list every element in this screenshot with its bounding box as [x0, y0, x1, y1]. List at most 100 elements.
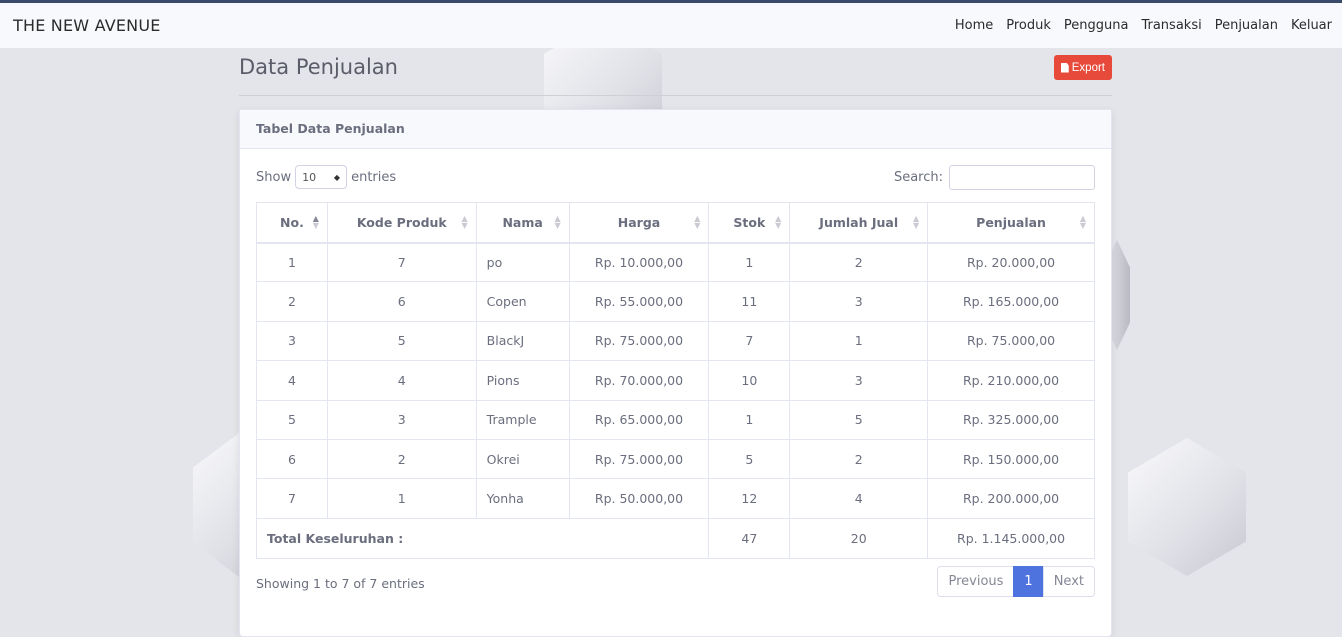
table-total-row: Total Keseluruhan : 47 20 Rp. 1.145.000,… — [255, 517, 1095, 559]
col-header-label: Kode Produk — [356, 214, 447, 230]
table-header-row: No. ▲ ▼ Kode Produk ▲ ▼ Nama ▲ ▼ Harga ▲ ▼ Stok ▲… — [256, 202, 1095, 244]
cell-kode-produk: 4 — [326, 360, 477, 401]
cell-nama: Copen — [475, 281, 570, 322]
cell-stok: 5 — [708, 438, 791, 480]
cell-harga: Rp. 10.000,00 — [568, 241, 710, 283]
sort-updown-icon: ◆ — [333, 172, 341, 182]
cell-stok: 1 — [708, 399, 791, 440]
table-row: 2 6 Copen Rp. 55.000,00 11 3 Rp. 165.000… — [256, 281, 1095, 322]
entries-length-control: Show 10 ◆ entries — [256, 165, 396, 189]
cell-nama: Okrei — [475, 438, 570, 480]
pagination: Previous 1 Next — [937, 566, 1095, 597]
col-header-no[interactable]: No. ▲ ▼ — [256, 202, 328, 244]
next-page-button[interactable]: Next — [1042, 566, 1095, 597]
sort-icon: ▲ ▼ — [554, 214, 561, 230]
bg-hexagon — [1128, 438, 1246, 576]
cell-nama: BlackJ — [475, 320, 570, 362]
cell-kode-produk: 1 — [326, 478, 477, 519]
cell-kode-produk: 5 — [326, 320, 477, 362]
nav-links: Home Produk Pengguna Transaksi Penjualan… — [942, 18, 1332, 33]
cell-penjualan: Rp. 210.000,00 — [927, 360, 1095, 401]
card-title: Tabel Data Penjualan — [240, 110, 1111, 149]
table-row: 3 5 BlackJ Rp. 75.000,00 7 1 Rp. 75.000,… — [256, 320, 1095, 362]
cell-stok: 10 — [708, 360, 791, 401]
col-header-nama[interactable]: Nama ▲ ▼ — [475, 202, 570, 244]
table-row: 4 4 Pions Rp. 70.000,00 10 3 Rp. 210.000… — [256, 360, 1095, 401]
cell-no: 5 — [256, 399, 328, 440]
col-header-harga[interactable]: Harga ▲ ▼ — [568, 202, 710, 244]
cell-penjualan: Rp. 165.000,00 — [927, 281, 1095, 322]
table-row: 6 2 Okrei Rp. 75.000,00 5 2 Rp. 150.000,… — [256, 438, 1095, 480]
nav-link-home[interactable]: Home — [955, 18, 993, 33]
col-header-penjualan[interactable]: Penjualan ▲ ▼ — [927, 202, 1095, 244]
cell-harga: Rp. 70.000,00 — [568, 360, 710, 401]
cell-nama: Pions — [475, 360, 570, 401]
cell-no: 3 — [256, 320, 328, 362]
col-header-stok[interactable]: Stok ▲ ▼ — [708, 202, 791, 244]
col-header-label: Nama — [502, 214, 543, 230]
cell-stok: 12 — [708, 478, 791, 519]
cell-stok: 7 — [708, 320, 791, 362]
cell-no: 6 — [256, 438, 328, 480]
sort-icon: ▲ ▼ — [694, 214, 701, 230]
total-label: Total Keseluruhan : — [255, 517, 710, 559]
export-label: Export — [1071, 61, 1105, 74]
nav-link-transaksi[interactable]: Transaksi — [1141, 18, 1201, 33]
cell-harga: Rp. 75.000,00 — [568, 320, 710, 362]
col-header-label: Jumlah Jual — [819, 214, 899, 230]
page-title: Data Penjualan — [239, 55, 398, 79]
cell-harga: Rp. 65.000,00 — [568, 399, 710, 440]
nav-link-penjualan[interactable]: Penjualan — [1215, 18, 1278, 33]
entries-select[interactable]: 10 ◆ — [295, 165, 348, 189]
total-stok: 47 — [708, 517, 791, 559]
col-header-kode-produk[interactable]: Kode Produk ▲ ▼ — [326, 202, 477, 244]
nav-link-pengguna[interactable]: Pengguna — [1064, 18, 1129, 33]
cell-nama: Trample — [475, 399, 570, 440]
cell-no: 1 — [256, 241, 328, 283]
sort-asc-icon: ▲ ▼ — [312, 214, 319, 230]
cell-penjualan: Rp. 200.000,00 — [927, 478, 1095, 519]
cell-harga: Rp. 50.000,00 — [568, 478, 710, 519]
brand-link[interactable]: THE NEW AVENUE — [13, 16, 161, 35]
show-label: Show — [256, 169, 292, 185]
nav-link-keluar[interactable]: Keluar — [1291, 18, 1332, 33]
cell-penjualan: Rp. 150.000,00 — [927, 438, 1095, 480]
table-row: 5 3 Trample Rp. 65.000,00 1 5 Rp. 325.00… — [256, 399, 1095, 440]
cell-jumlah-jual: 2 — [789, 241, 929, 283]
previous-page-button[interactable]: Previous — [937, 566, 1015, 597]
cell-jumlah-jual: 3 — [789, 281, 929, 322]
table-row: 7 1 Yonha Rp. 50.000,00 12 4 Rp. 200.000… — [256, 478, 1095, 519]
cell-jumlah-jual: 2 — [789, 438, 929, 480]
sort-icon: ▲ ▼ — [1079, 214, 1086, 230]
cell-nama: po — [475, 241, 570, 283]
col-header-label: No. — [280, 214, 304, 230]
table-controls: Show 10 ◆ entries Search: — [240, 149, 1111, 201]
cell-no: 2 — [256, 281, 328, 322]
cell-penjualan: Rp. 75.000,00 — [927, 320, 1095, 362]
search-control: Search: — [894, 165, 1095, 190]
cell-harga: Rp. 75.000,00 — [568, 438, 710, 480]
cell-penjualan: Rp. 20.000,00 — [927, 241, 1095, 283]
search-input[interactable] — [949, 165, 1095, 190]
export-button[interactable]: Export — [1053, 55, 1112, 80]
cell-jumlah-jual: 5 — [789, 399, 929, 440]
table-row: 1 7 po Rp. 10.000,00 1 2 Rp. 20.000,00 — [256, 241, 1095, 283]
cell-nama: Yonha — [475, 478, 570, 519]
page-1-button[interactable]: 1 — [1013, 566, 1044, 597]
entries-select-value: 10 — [302, 170, 317, 184]
top-navbar: THE NEW AVENUE Home Produk Pengguna Tran… — [0, 0, 1342, 48]
cell-kode-produk: 7 — [326, 241, 477, 283]
cell-stok: 11 — [708, 281, 791, 322]
sort-icon: ▲ ▼ — [461, 214, 468, 230]
cell-kode-produk: 6 — [326, 281, 477, 322]
cell-stok: 1 — [708, 241, 791, 283]
search-label: Search: — [893, 170, 943, 185]
sort-icon: ▲ ▼ — [775, 214, 782, 230]
cell-harga: Rp. 55.000,00 — [568, 281, 710, 322]
cell-penjualan: Rp. 325.000,00 — [927, 399, 1095, 440]
col-header-jumlah-jual[interactable]: Jumlah Jual ▲ ▼ — [789, 202, 929, 244]
sales-table: No. ▲ ▼ Kode Produk ▲ ▼ Nama ▲ ▼ Harga ▲ ▼ Stok ▲… — [255, 202, 1095, 559]
sort-icon: ▲ ▼ — [912, 214, 920, 230]
nav-link-produk[interactable]: Produk — [1006, 18, 1051, 33]
col-header-label: Stok — [733, 214, 766, 230]
